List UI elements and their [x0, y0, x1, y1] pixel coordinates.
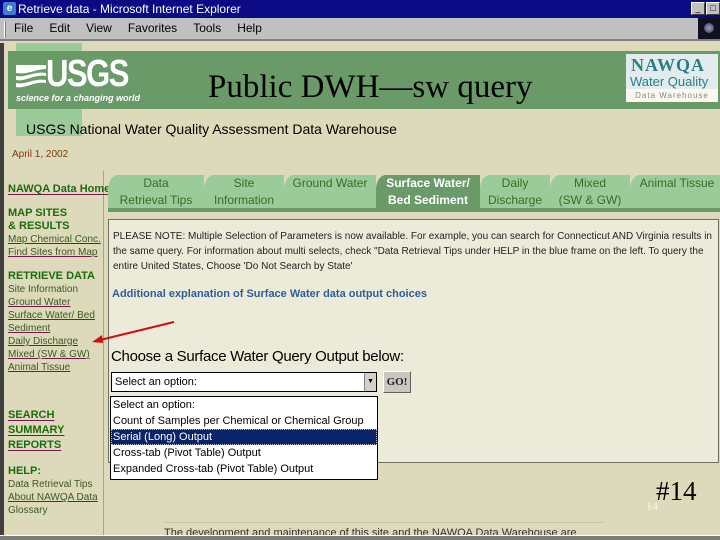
usgs-tagline: science for a changing world — [16, 93, 141, 103]
tab-daily-discharge[interactable]: Daily Discharge — [480, 175, 550, 208]
sidebar-section-map[interactable]: MAP SITES & RESULTS — [8, 207, 104, 233]
tab-animal-tissue[interactable]: Animal Tissue — [630, 175, 720, 208]
tab-label-line2: (SW & GW) — [558, 193, 622, 207]
sidebar-link-ground-water[interactable]: Ground Water — [8, 296, 104, 309]
go-button[interactable]: GO! — [383, 371, 411, 393]
sidebar-link-reports[interactable]: REPORTS — [8, 438, 104, 453]
header-banner: USGS science for a changing world Public… — [8, 51, 720, 109]
nawqa-logo-caption: Data Warehouse — [626, 89, 718, 102]
windows-throbber-icon — [698, 18, 720, 39]
sidebar-link-surface-water[interactable]: Surface Water/ Bed Sediment — [8, 309, 96, 335]
dropdown-option[interactable]: Expanded Cross-tab (Pivot Table) Output — [111, 461, 377, 477]
tab-label-line1: Animal Tissue — [639, 176, 715, 190]
sidebar-link-summary[interactable]: SUMMARY — [8, 423, 104, 438]
sidebar-link-home[interactable]: NAWQA Data Home — [8, 183, 110, 196]
dropdown-option-highlighted[interactable]: Serial (Long) Output — [111, 429, 377, 445]
nawqa-logo[interactable]: NAWQA Water Quality Data Warehouse — [626, 54, 718, 102]
output-dropdown-list: Select an option: Count of Samples per C… — [110, 396, 378, 480]
browser-window: e Retrieve data - Microsoft Internet Exp… — [0, 0, 720, 540]
dropdown-option[interactable]: Cross-tab (Pivot Table) Output — [111, 445, 377, 461]
date-label: April 1, 2002 — [12, 149, 69, 160]
notice-text: PLEASE NOTE: Multiple Selection of Param… — [113, 231, 712, 272]
dropdown-option[interactable]: Count of Samples per Chemical or Chemica… — [111, 413, 377, 429]
menu-bar: File Edit View Favorites Tools Help — [0, 18, 720, 41]
slide-number: #14 — [656, 476, 697, 506]
tab-label-line1: Daily — [501, 176, 529, 190]
menu-help[interactable]: Help — [237, 21, 262, 35]
sidebar-link-map-chemical[interactable]: Map Chemical Conc. — [8, 233, 104, 246]
nawqa-logo-subtitle: Water Quality — [630, 74, 709, 89]
sidebar-section-map-label: MAP SITES & RESULTS — [8, 207, 70, 232]
chevron-down-icon[interactable]: ▼ — [364, 373, 376, 391]
menu-tools[interactable]: Tools — [193, 21, 221, 35]
maximize-button[interactable]: □ — [706, 2, 720, 15]
sidebar-link-about-data[interactable]: About NAWQA Data — [8, 491, 104, 504]
usgs-waves-icon — [16, 65, 46, 88]
tab-label-line1: Ground Water — [292, 176, 368, 190]
tab-label-line1: Mixed — [573, 176, 606, 190]
tab-site-information[interactable]: Site Information — [204, 175, 284, 208]
tab-label-line1: Data — [143, 176, 169, 190]
dropdown-option[interactable]: Select an option: — [111, 397, 377, 413]
site-subtitle: USGS National Water Quality Assessment D… — [26, 121, 397, 137]
sidebar-link-glossary[interactable]: Glossary — [8, 504, 104, 517]
tab-mixed[interactable]: Mixed (SW & GW) — [550, 175, 630, 208]
ie-icon: e — [3, 2, 16, 15]
window-bottom-edge — [0, 535, 720, 540]
minimize-button[interactable]: _ — [691, 2, 705, 15]
sidebar-section-retrieve: RETRIEVE DATA — [8, 270, 95, 282]
tab-label-line2: Discharge — [487, 193, 543, 207]
sidebar-nav: NAWQA Data Home MAP SITES & RESULTS Map … — [8, 183, 110, 517]
usgs-wordmark: USGS — [46, 53, 129, 95]
tab-bar: Data Retrieval Tips Site Information Gro… — [108, 171, 720, 212]
tab-label-line2: Information — [213, 193, 275, 207]
additional-explanation-link[interactable]: Additional explanation of Surface Water … — [112, 288, 427, 300]
footer-divider — [164, 522, 604, 523]
tab-ground-water[interactable]: Ground Water — [284, 175, 376, 208]
tab-surface-water[interactable]: Surface Water/ Bed Sediment — [376, 175, 480, 208]
tab-label-line2: Retrieval Tips — [119, 193, 193, 207]
output-select[interactable]: Select an option: ▼ — [111, 372, 377, 392]
menu-view[interactable]: View — [86, 21, 112, 35]
nawqa-logo-title: NAWQA — [631, 55, 706, 75]
usgs-logo[interactable]: USGS science for a changing world — [14, 53, 140, 105]
sidebar-link-search[interactable]: SEARCH — [8, 408, 104, 423]
sidebar-link-find-sites[interactable]: Find Sites from Map — [8, 246, 104, 259]
output-select-value: Select an option: — [115, 376, 197, 388]
menu-edit[interactable]: Edit — [49, 21, 70, 35]
sidebar-section-help: HELP: — [8, 465, 41, 477]
choose-output-label: Choose a Surface Water Query Output belo… — [111, 348, 404, 365]
toolbar-grip[interactable] — [4, 21, 6, 38]
tab-label-line1: Surface Water/ — [386, 176, 470, 190]
tab-label-line2: Bed Sediment — [387, 193, 468, 207]
tab-data-retrieval-tips[interactable]: Data Retrieval Tips — [108, 175, 204, 208]
sidebar-link-retrieval-tips[interactable]: Data Retrieval Tips — [8, 478, 104, 491]
web-page: USGS science for a changing world Public… — [0, 43, 720, 540]
menu-file[interactable]: File — [14, 21, 33, 35]
title-bar: e Retrieve data - Microsoft Internet Exp… — [0, 0, 720, 18]
sidebar-link-animal-tissue[interactable]: Animal Tissue — [8, 361, 104, 374]
tab-label-line1: Site — [233, 176, 255, 190]
window-title: Retrieve data - Microsoft Internet Explo… — [18, 2, 241, 16]
sidebar-link-site-info[interactable]: Site Information — [8, 283, 104, 296]
menu-favorites[interactable]: Favorites — [128, 21, 177, 35]
tab-bar-underline — [108, 208, 720, 212]
sidebar-link-mixed[interactable]: Mixed (SW & GW) — [8, 348, 104, 361]
slide-title: Public DWH—sw query — [208, 69, 533, 105]
sidebar-link-daily-discharge[interactable]: Daily Discharge — [8, 335, 104, 348]
